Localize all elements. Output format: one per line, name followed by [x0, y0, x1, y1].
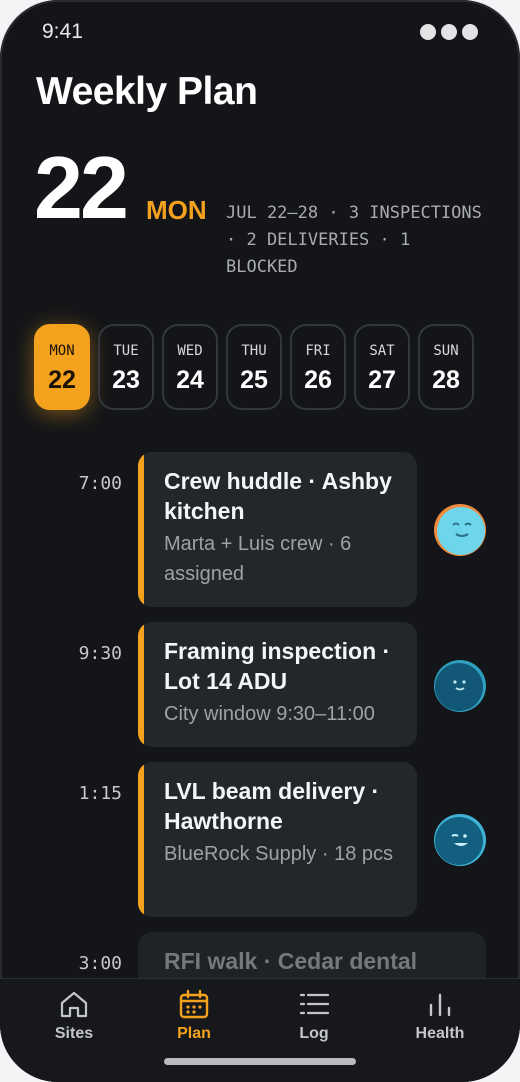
- list-icon: [299, 993, 330, 1015]
- event-title: Framing inspection · Lot 14 ADU: [164, 638, 391, 694]
- day-chip-label: WED: [177, 343, 203, 359]
- phone-screen: 9:41 Weekly Plan 22 MON JUL 22–28 · 3 IN…: [0, 0, 520, 1082]
- event-subtitle: BlueRock Supply · 18 pcs: [164, 843, 394, 865]
- page-title: Weekly Plan: [36, 70, 258, 113]
- event-time: 9:30: [78, 643, 122, 664]
- tab-sites[interactable]: Sites: [24, 979, 124, 1043]
- tab-bar: Sites Plan Log Health: [0, 978, 520, 1082]
- day-chip-number: 24: [176, 366, 204, 394]
- current-day-number: 22: [34, 138, 129, 237]
- day-chip-sat[interactable]: SAT 27: [354, 324, 410, 410]
- tab-label: Sites: [54, 1025, 94, 1042]
- bar-chart-icon: [429, 993, 451, 1017]
- tab-label: Log: [299, 1025, 329, 1042]
- day-chip-fri[interactable]: FRI 26: [290, 324, 346, 410]
- home-indicator[interactable]: [164, 1058, 356, 1065]
- day-chip-label: FRI: [305, 343, 331, 359]
- status-indicator-icon: [420, 24, 478, 40]
- day-chip-label: TUE: [113, 343, 139, 359]
- event-time: 3:00: [78, 953, 122, 974]
- event-title: RFI walk · Cedar dental: [164, 948, 418, 974]
- day-chip-label: MON: [49, 343, 75, 359]
- day-chip-tue[interactable]: TUE 23: [98, 324, 154, 410]
- current-day-name: MON: [146, 195, 207, 225]
- day-chip-number: 25: [240, 366, 268, 394]
- event-time: 7:00: [78, 473, 122, 494]
- day-chip-label: SUN: [433, 343, 459, 359]
- tab-log[interactable]: Log: [264, 979, 364, 1043]
- home-icon: [60, 991, 88, 1018]
- day-chip-wed[interactable]: WED 24: [162, 324, 218, 410]
- tab-health[interactable]: Health: [390, 979, 490, 1043]
- day-chip-label: THU: [241, 343, 267, 359]
- day-chip-number: 26: [304, 366, 332, 394]
- event-card[interactable]: Framing inspection · Lot 14 ADU City win…: [138, 622, 417, 747]
- event-time: 1:15: [78, 783, 122, 804]
- day-chip-mon[interactable]: MON 22: [34, 324, 90, 410]
- event-card[interactable]: Crew huddle · Ashby kitchen Marta + Luis…: [138, 452, 417, 607]
- day-chip-number: 23: [112, 366, 140, 394]
- event-title: LVL beam delivery · Hawthorne: [164, 778, 380, 834]
- day-chip-number: 22: [48, 366, 76, 394]
- avatar[interactable]: [434, 660, 486, 712]
- day-chip-number: 28: [432, 366, 460, 394]
- event-accent-bar: [138, 452, 144, 607]
- tab-plan[interactable]: Plan: [144, 979, 244, 1043]
- event-title: Crew huddle · Ashby kitchen: [164, 468, 392, 524]
- event-subtitle: Marta + Luis crew · 6 assigned: [164, 533, 352, 585]
- day-chip-sun[interactable]: SUN 28: [418, 324, 474, 410]
- calendar-icon: [179, 989, 209, 1019]
- event-subtitle: City window 9:30–11:00: [164, 703, 375, 725]
- week-strip: MON 22 TUE 23 WED 24 THU 25 FRI 26 SAT 2…: [34, 324, 474, 410]
- day-chip-label: SAT: [369, 343, 395, 359]
- day-chip-thu[interactable]: THU 25: [226, 324, 282, 410]
- avatar[interactable]: [434, 814, 486, 866]
- tab-label: Plan: [177, 1025, 211, 1042]
- event-card[interactable]: LVL beam delivery · Hawthorne BlueRock S…: [138, 762, 417, 917]
- status-time: 9:41: [42, 20, 83, 43]
- event-accent-bar: [138, 762, 144, 917]
- avatar[interactable]: [434, 504, 486, 556]
- week-summary: JUL 22–28 · 3 INSPECTIONS · 2 DELIVERIES…: [226, 203, 482, 277]
- day-chip-number: 27: [368, 366, 396, 394]
- event-accent-bar: [138, 622, 144, 747]
- tab-label: Health: [415, 1025, 465, 1042]
